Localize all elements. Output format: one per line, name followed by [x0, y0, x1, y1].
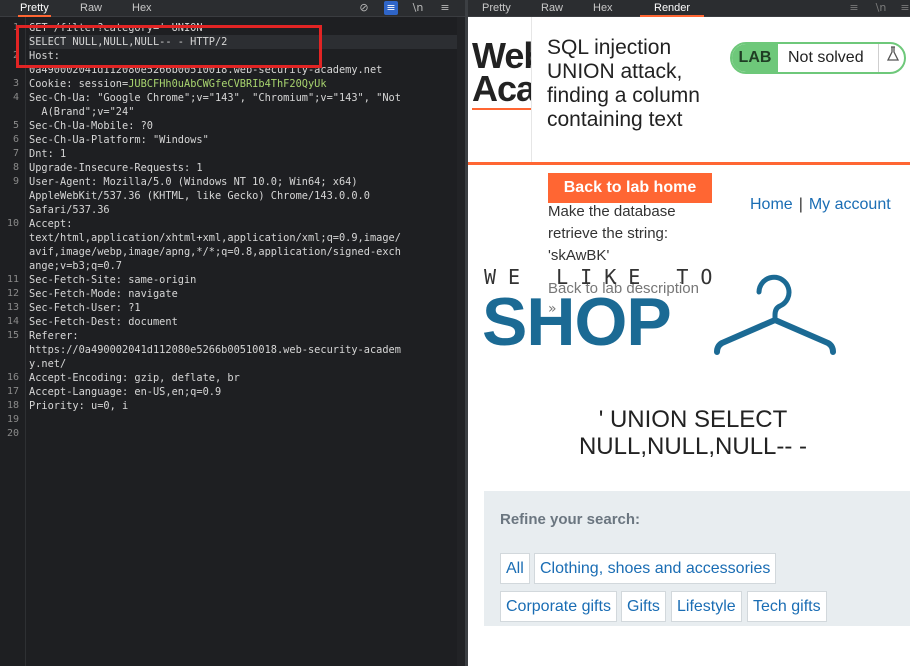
line-number: 4	[12, 92, 19, 103]
request-tabbar: Pretty Raw Hex ⊘ ≡ \n ≡	[0, 0, 465, 17]
request-editor[interactable]: GET /filter?category=' UNION SELECT NULL,…	[29, 17, 457, 666]
request-pane: Pretty Raw Hex ⊘ ≡ \n ≡ 1 2 3 4 5 6 7 8 9 10 11 12 1…	[0, 0, 465, 666]
category-filter-clothing[interactable]: Clothing, shoes and accessories	[534, 553, 777, 584]
rendered-page: Web Aca SQL injection UNION attack, find…	[468, 17, 910, 666]
line-number: 13	[6, 302, 19, 313]
category-filter-corporate-gifts[interactable]: Corporate gifts	[500, 591, 617, 622]
line-number-gutter: 1 2 3 4 5 6 7 8 9 10 11 12 13 14 15 16 17 18 19 20	[0, 17, 26, 666]
line-number: 8	[12, 162, 19, 173]
search-results-heading: ' UNION SELECT NULL,NULL,NULL-- -	[578, 406, 808, 460]
request-line[interactable]: Cookie: session=JUBCFHh0uAbCWGfeCVBRIb4T…	[29, 77, 457, 91]
back-to-lab-home-button[interactable]: Back to lab home	[548, 173, 712, 203]
line-number: 16	[6, 372, 19, 383]
request-line[interactable]: Priority: u=0, i	[29, 399, 457, 413]
tab-raw[interactable]: Raw	[539, 0, 565, 17]
lab-label: LAB	[732, 44, 778, 72]
lab-status-text: Not solved	[788, 49, 864, 66]
tab-render[interactable]: Render	[640, 0, 705, 17]
line-number: 17	[6, 386, 19, 397]
cookie-session-value: JUBCFHh0uAbCWGfeCVBRIb4ThF20QyUk	[128, 78, 327, 90]
eye-slash-icon[interactable]: ⊘	[357, 1, 371, 15]
category-filter-lifestyle[interactable]: Lifestyle	[671, 591, 742, 622]
header-divider	[468, 162, 910, 165]
request-line[interactable]: A(Brand";v="24"	[29, 105, 457, 119]
line-number: 11	[6, 274, 19, 285]
line-number: 9	[12, 176, 19, 187]
menu-icon[interactable]: ≡	[898, 1, 910, 15]
response-pane: Pretty Raw Hex Render ≡ \n ≡ Web Aca SQL…	[468, 0, 910, 666]
line-number: 18	[6, 400, 19, 411]
newline-icon[interactable]: \n	[874, 1, 888, 15]
line-number: 14	[6, 316, 19, 327]
lab-title: SQL injection UNION attack, finding a co…	[547, 36, 700, 131]
cookie-header-text: Cookie: session=	[29, 78, 129, 90]
request-line[interactable]: y.net/	[29, 357, 457, 371]
line-number: 6	[12, 134, 19, 145]
request-line[interactable]: ange;v=b3;q=0.7	[29, 259, 457, 273]
nav-home-link[interactable]: Home	[750, 196, 793, 213]
tab-hex[interactable]: Hex	[130, 0, 154, 17]
line-number: 5	[12, 120, 19, 131]
request-line[interactable]: Dnt: 1	[29, 147, 457, 161]
line-number: 20	[6, 428, 19, 439]
lab-objective: Make the database retrieve the string: '…	[548, 203, 676, 264]
request-line[interactable]: Referer:	[29, 329, 457, 343]
request-line[interactable]: Accept-Language: en-US,en;q=0.9	[29, 385, 457, 399]
category-filter-gifts[interactable]: Gifts	[621, 591, 666, 622]
menu-icon[interactable]: ≡	[438, 1, 452, 15]
request-line[interactable]: Accept:	[29, 217, 457, 231]
request-line[interactable]: Safari/537.36	[29, 203, 457, 217]
request-line[interactable]: Upgrade-Insecure-Requests: 1	[29, 161, 457, 175]
line-number: 15	[6, 330, 19, 341]
refine-search-panel: Refine your search: All Clothing, shoes …	[484, 491, 910, 626]
nav-separator: |	[798, 196, 803, 213]
request-line[interactable]: Accept-Encoding: gzip, deflate, br	[29, 371, 457, 385]
refine-label: Refine your search:	[500, 511, 641, 528]
shop-wordmark: SHOP	[482, 284, 672, 360]
request-line[interactable]: Sec-Ch-Ua: "Google Chrome";v="143", "Chr…	[29, 91, 457, 105]
tab-pretty[interactable]: Pretty	[18, 0, 51, 17]
request-line[interactable]: https://0a490002041d112080e5266b00510018…	[29, 343, 457, 357]
category-filter-tech-gifts[interactable]: Tech gifts	[747, 591, 827, 622]
injection-highlight-box	[16, 25, 322, 68]
request-line[interactable]: Sec-Ch-Ua-Platform: "Windows"	[29, 133, 457, 147]
flask-icon	[878, 44, 904, 72]
hanger-icon	[714, 274, 836, 355]
wrap-icon[interactable]: ≡	[384, 1, 398, 15]
line-number: 19	[6, 414, 19, 425]
tab-hex[interactable]: Hex	[591, 0, 615, 17]
line-number: 10	[6, 218, 19, 229]
request-line[interactable]: Sec-Fetch-Mode: navigate	[29, 287, 457, 301]
line-number: 12	[6, 288, 19, 299]
request-line[interactable]: Sec-Fetch-User: ?1	[29, 301, 457, 315]
request-line[interactable]: avif,image/webp,image/apng,*/*;q=0.8,app…	[29, 245, 457, 259]
line-number: 7	[12, 148, 19, 159]
tab-raw[interactable]: Raw	[78, 0, 104, 17]
wrap-icon[interactable]: ≡	[847, 1, 861, 15]
logo-underline	[472, 108, 532, 110]
request-line[interactable]: AppleWebKit/537.36 (KHTML, like Gecko) C…	[29, 189, 457, 203]
request-line[interactable]: Sec-Fetch-Site: same-origin	[29, 273, 457, 287]
response-tabbar: Pretty Raw Hex Render ≡ \n ≡	[468, 0, 910, 17]
category-filter-all[interactable]: All	[500, 553, 530, 584]
request-line[interactable]: text/html,application/xhtml+xml,applicat…	[29, 231, 457, 245]
nav-my-account-link[interactable]: My account	[809, 196, 891, 213]
top-nav: Home | My account	[750, 195, 891, 215]
newline-icon[interactable]: \n	[411, 1, 425, 15]
request-line[interactable]: User-Agent: Mozilla/5.0 (Windows NT 10.0…	[29, 175, 457, 189]
tab-pretty[interactable]: Pretty	[480, 0, 513, 17]
line-number: 3	[12, 78, 19, 89]
editor-scrollbar[interactable]	[457, 17, 465, 666]
request-line[interactable]: Sec-Fetch-Dest: document	[29, 315, 457, 329]
request-line[interactable]: Sec-Ch-Ua-Mobile: ?0	[29, 119, 457, 133]
lab-status-badge: LAB Not solved	[730, 42, 906, 74]
